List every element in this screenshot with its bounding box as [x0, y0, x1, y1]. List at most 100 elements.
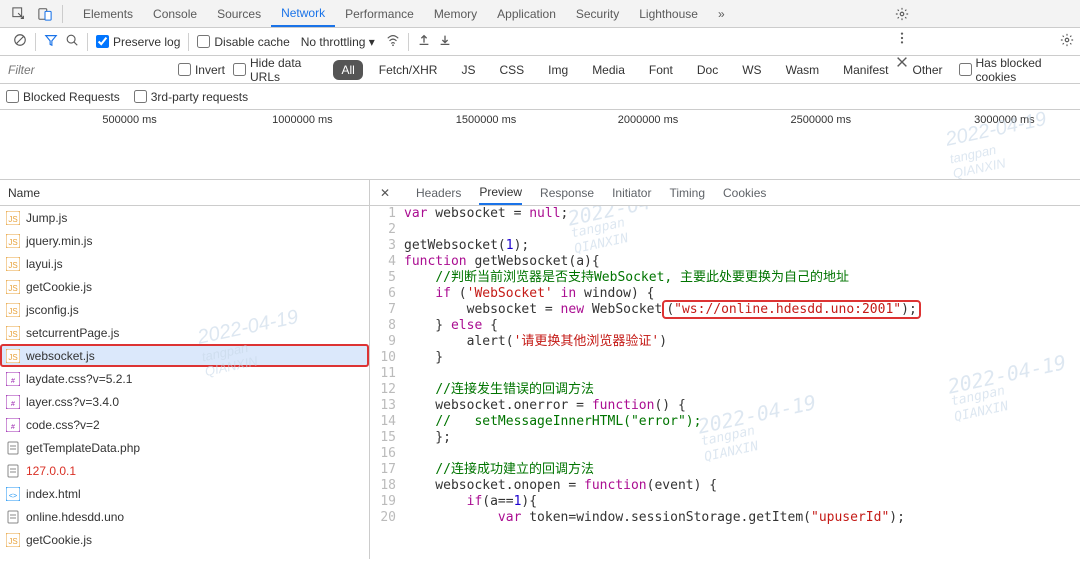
- timeline-tick: 3000000 ms: [974, 114, 1035, 126]
- download-icon[interactable]: [438, 33, 452, 50]
- type-other[interactable]: Other: [905, 60, 951, 80]
- device-toolbar-icon[interactable]: [37, 6, 53, 22]
- tabs-overflow[interactable]: »: [708, 0, 735, 27]
- filter-input[interactable]: [6, 59, 170, 81]
- request-row[interactable]: JS Jump.js: [0, 206, 369, 229]
- code-line: 11: [370, 366, 1080, 382]
- request-row[interactable]: #layer.css?v=3.4.0: [0, 390, 369, 413]
- hide-data-urls-checkbox[interactable]: Hide data URLs: [233, 56, 325, 84]
- separator: [62, 5, 63, 23]
- request-row[interactable]: #code.css?v=2: [0, 413, 369, 436]
- file-name: setcurrentPage.js: [26, 326, 119, 340]
- tab-memory[interactable]: Memory: [424, 0, 487, 27]
- request-row[interactable]: JSlayui.js: [0, 252, 369, 275]
- name-column-header[interactable]: Name: [0, 180, 369, 206]
- tab-headers[interactable]: Headers: [416, 186, 461, 200]
- file-type-icon: JS: [6, 303, 20, 317]
- separator: [87, 33, 88, 51]
- preserve-log-label: Preserve log: [113, 35, 180, 49]
- code-line: 10 }: [370, 350, 1080, 366]
- tab-console[interactable]: Console: [143, 0, 207, 27]
- file-name: Jump.js: [26, 211, 67, 225]
- detail-tabs: ✕ Headers Preview Response Initiator Tim…: [370, 180, 1080, 206]
- code-line: 12 //连接发生错误的回调方法: [370, 382, 1080, 398]
- tab-initiator[interactable]: Initiator: [612, 186, 651, 200]
- request-row[interactable]: JSsetcurrentPage.js: [0, 321, 369, 344]
- request-row[interactable]: #laydate.css?v=5.2.1: [0, 367, 369, 390]
- request-row[interactable]: 127.0.0.1: [0, 459, 369, 482]
- svg-text:JS: JS: [8, 238, 17, 247]
- file-type-icon: JS: [6, 234, 20, 248]
- tab-elements[interactable]: Elements: [73, 0, 143, 27]
- type-js[interactable]: JS: [453, 60, 483, 80]
- request-row[interactable]: getTemplateData.php: [0, 436, 369, 459]
- request-row[interactable]: JS jquery.min.js: [0, 229, 369, 252]
- tab-response[interactable]: Response: [540, 186, 594, 200]
- has-blocked-cookies-checkbox[interactable]: Has blocked cookies: [959, 56, 1074, 84]
- code-line: 14 // setMessageInnerHTML("error");: [370, 414, 1080, 430]
- tab-application[interactable]: Application: [487, 0, 566, 27]
- type-img[interactable]: Img: [540, 60, 576, 80]
- inspect-icon[interactable]: [11, 6, 27, 22]
- tab-timing[interactable]: Timing: [669, 186, 705, 200]
- code-line: 17 //连接成功建立的回调方法: [370, 462, 1080, 478]
- svg-text:JS: JS: [8, 284, 17, 293]
- tab-lighthouse[interactable]: Lighthouse: [629, 0, 708, 27]
- clear-icon[interactable]: [13, 33, 27, 50]
- close-detail-icon[interactable]: ✕: [380, 186, 398, 200]
- type-ws[interactable]: WS: [734, 60, 769, 80]
- file-type-icon: JS: [6, 280, 20, 294]
- file-type-icon: JS: [6, 349, 20, 363]
- request-row[interactable]: online.hdesdd.uno: [0, 505, 369, 528]
- blocked-requests-checkbox[interactable]: Blocked Requests: [6, 90, 120, 104]
- type-fetch-xhr[interactable]: Fetch/XHR: [371, 60, 446, 80]
- type-manifest[interactable]: Manifest: [835, 60, 896, 80]
- upload-icon[interactable]: [417, 33, 431, 50]
- requests-panel: Name 2022-04-19tangpanQIANXIN JSJump.jsJ…: [0, 180, 370, 559]
- type-media[interactable]: Media: [584, 60, 633, 80]
- tab-network[interactable]: Network: [271, 0, 335, 27]
- type-wasm[interactable]: Wasm: [778, 60, 828, 80]
- filter-icon[interactable]: [44, 33, 58, 50]
- disable-cache-checkbox[interactable]: Disable cache: [197, 35, 289, 49]
- code-line: 19 if(a==1){: [370, 494, 1080, 510]
- request-row[interactable]: JSwebsocket.js: [0, 344, 369, 367]
- code-line: 20 var token=window.sessionStorage.getIt…: [370, 510, 1080, 526]
- tab-sources[interactable]: Sources: [207, 0, 271, 27]
- type-all[interactable]: All: [333, 60, 362, 80]
- gear-icon[interactable]: [1060, 33, 1074, 50]
- code-preview[interactable]: 2022-04-19tangpanQIANXIN 2022-04-19tangp…: [370, 206, 1080, 559]
- code-line: 2: [370, 222, 1080, 238]
- file-name: 127.0.0.1: [26, 464, 76, 478]
- type-doc[interactable]: Doc: [689, 60, 726, 80]
- type-css[interactable]: CSS: [491, 60, 532, 80]
- panel-tabs: Elements Console Sources Network Perform…: [73, 0, 735, 27]
- gear-icon[interactable]: [894, 6, 910, 22]
- tab-performance[interactable]: Performance: [335, 0, 424, 27]
- wifi-icon[interactable]: [386, 33, 400, 50]
- file-type-icon: #: [6, 372, 20, 386]
- request-row[interactable]: <>index.html: [0, 482, 369, 505]
- file-name: layer.css?v=3.4.0: [26, 395, 119, 409]
- tab-cookies[interactable]: Cookies: [723, 186, 766, 200]
- request-row[interactable]: JSgetCookie.js: [0, 275, 369, 298]
- svg-text:<>: <>: [9, 493, 17, 500]
- main-split: Name 2022-04-19tangpanQIANXIN JSJump.jsJ…: [0, 180, 1080, 559]
- code-line: 4function getWebsocket(a){: [370, 254, 1080, 270]
- invert-checkbox[interactable]: Invert: [178, 63, 225, 77]
- third-party-checkbox[interactable]: 3rd-party requests: [134, 90, 248, 104]
- file-name: jquery.min.js: [26, 234, 92, 248]
- search-icon[interactable]: [65, 33, 79, 50]
- kebab-icon[interactable]: [894, 30, 910, 46]
- file-type-icon: JS: [6, 211, 20, 225]
- throttling-select[interactable]: No throttling ▾: [297, 33, 379, 51]
- request-row[interactable]: JSgetCookie.js: [0, 528, 369, 551]
- type-font[interactable]: Font: [641, 60, 681, 80]
- request-row[interactable]: JSjsconfig.js: [0, 298, 369, 321]
- timeline[interactable]: 500000 ms1000000 ms1500000 ms2000000 ms2…: [0, 110, 1080, 180]
- timeline-tick: 2500000 ms: [791, 114, 852, 126]
- tab-security[interactable]: Security: [566, 0, 629, 27]
- preserve-log-checkbox[interactable]: Preserve log: [96, 35, 180, 49]
- file-name: getCookie.js: [26, 533, 92, 547]
- tab-preview[interactable]: Preview: [479, 180, 522, 205]
